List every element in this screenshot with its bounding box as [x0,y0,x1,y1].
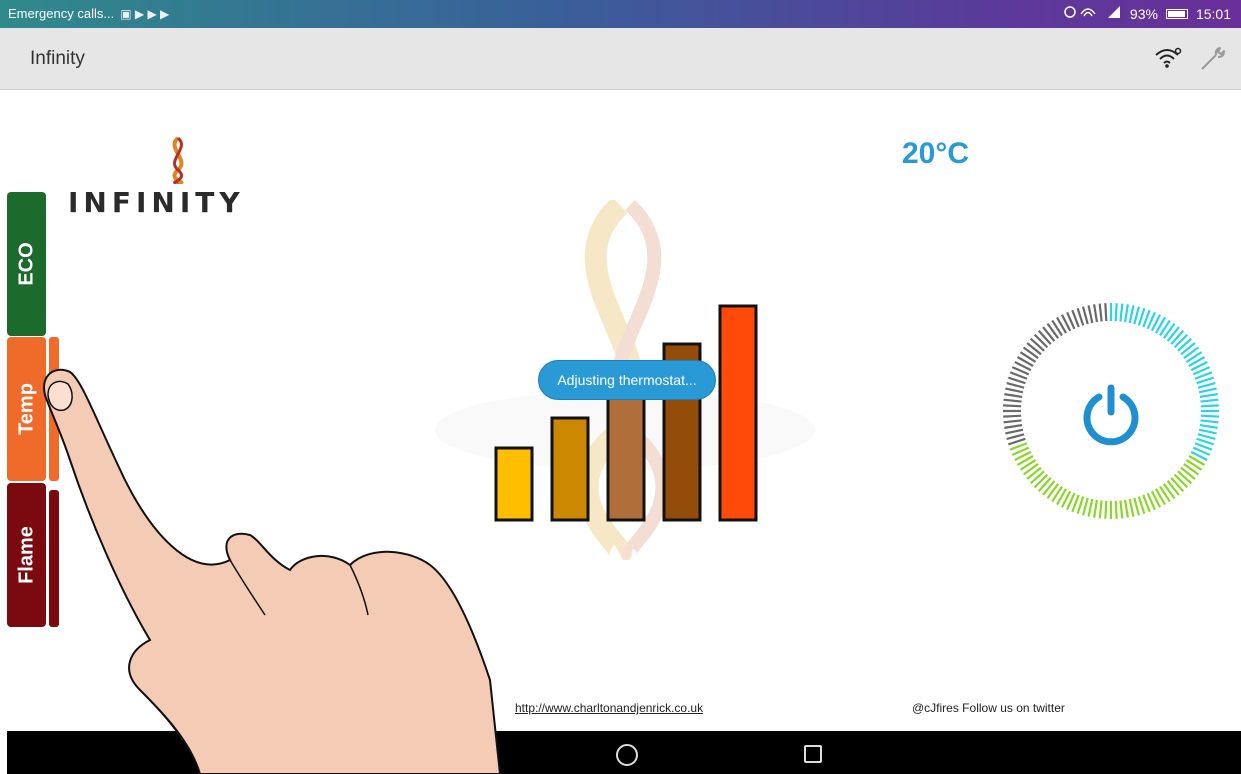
dial-tick [1133,497,1141,516]
tab-eco-label: ECO [15,242,37,286]
infinity-logo: INFINITY [68,134,278,224]
temp-indicator-strip [49,337,59,481]
dial-tick [1119,303,1124,322]
screen: Emergency calls... ▣ ▶ ▶ ▶ 93% 15:01 Inf… [0,0,1241,774]
dial-tick [1033,333,1049,349]
dial-tick [1200,404,1219,408]
tab-temp[interactable]: Temp [7,337,46,481]
dial-tick [1003,414,1022,418]
twitter-text: @cJfires Follow us on twitter [912,701,1065,715]
dial-tick [1006,381,1025,389]
dial-tick [1199,393,1218,399]
dial-tick [1005,428,1024,435]
flame-logo-icon [172,136,184,184]
dial-tick [1005,387,1024,394]
status-bar: Emergency calls... ▣ ▶ ▶ ▶ 93% 15:01 [0,0,1241,28]
dial-tick [1200,419,1219,424]
battery-icon [1165,8,1188,19]
dial-tick [1087,498,1094,517]
dial-tick [1098,500,1103,519]
dial-tick [1076,307,1085,326]
dial-tick [1198,387,1217,394]
dial-tick [1200,398,1219,403]
dial-tick [1007,437,1026,446]
dial-tick [1198,428,1217,435]
cell-signal-icon [1106,5,1122,22]
dial-tick [1128,498,1135,517]
temperature-readout: 20°C [902,137,970,170]
dial-tick [1003,419,1022,424]
wifi-icon[interactable] [1153,46,1183,75]
dial-tick [1003,398,1022,403]
wrench-icon[interactable] [1198,46,1228,77]
dial-tick [1033,473,1049,489]
dial-tick [1004,423,1023,429]
dial-tick [1173,333,1189,349]
tab-flame[interactable]: Flame [7,483,46,627]
dial-tick [1114,303,1118,322]
dial-tick [1123,304,1129,323]
app-bar: Infinity [0,28,1241,90]
recent-apps-button[interactable] [804,745,822,763]
signal-icon [1064,4,1098,23]
dial-tick [1196,376,1215,385]
dial-tick [1119,500,1124,519]
dial-tick [1199,423,1218,429]
clock: 15:01 [1195,5,1231,22]
dial-tick [1137,307,1146,326]
dial-tick [1003,404,1022,408]
dial-tick [1093,499,1099,518]
dial-tick [1137,496,1146,515]
dial-tick [1104,500,1108,519]
dial-tick [1196,437,1215,446]
status-right: 93% 15:01 [1064,4,1231,23]
dial-tick [1081,306,1089,325]
home-button[interactable] [616,744,638,766]
dial-tick [1076,496,1085,515]
dial-tick [1104,303,1108,322]
logo-text: INFINITY [68,186,245,219]
dial-tick [1197,381,1216,389]
status-left: Emergency calls... ▣ ▶ ▶ ▶ [8,6,169,21]
tab-temp-label: Temp [15,383,37,435]
dial-tick [1098,303,1103,322]
power-button-icon[interactable] [1083,384,1139,446]
app-title: Infinity [30,48,85,69]
status-text: Emergency calls... [8,6,115,21]
dial-tick [1006,433,1025,441]
power-dial[interactable] [1000,300,1222,522]
website-link[interactable]: http://www.charltonandjenrick.co.uk [515,701,703,715]
dial-tick [1081,497,1089,516]
dial-tick [1007,376,1026,385]
dial-tick [1133,306,1141,325]
dial-tick [1087,305,1094,324]
flame-indicator-strip [49,490,59,627]
dial-tick [1173,473,1189,489]
tab-flame-label: Flame [15,526,37,584]
dial-tick [1093,304,1099,323]
dial-tick [1197,433,1216,441]
battery-percent: 93% [1129,5,1158,22]
dial-tick [1123,499,1129,518]
dial-tick [1128,305,1135,324]
status-toast: Adjusting thermostat... [538,360,716,400]
tab-eco[interactable]: ECO [7,192,46,336]
dial-tick [1200,414,1219,418]
dial-tick [1114,500,1118,519]
dial-tick [1004,393,1023,399]
notification-icons: ▣ ▶ ▶ ▶ [120,6,170,21]
